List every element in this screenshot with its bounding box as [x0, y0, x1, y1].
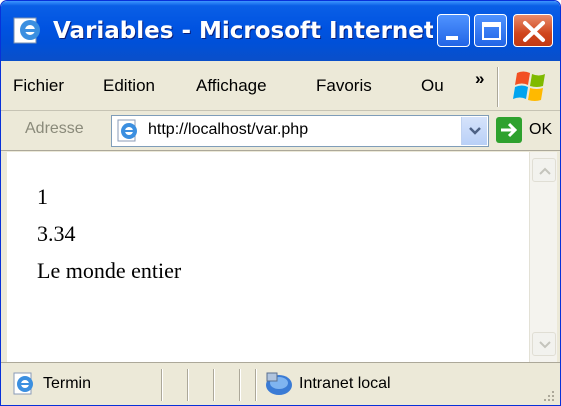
vertical-scrollbar[interactable]: [529, 152, 557, 362]
close-button[interactable]: [513, 14, 553, 47]
content-line: 3.34: [37, 221, 76, 246]
status-text: Termin: [43, 375, 92, 392]
address-bar: Adresse http://localhost/var.php OK: [1, 111, 560, 151]
address-input[interactable]: http://localhost/var.php: [111, 115, 489, 147]
dropdown-arrow-icon: [469, 127, 481, 135]
scroll-down-icon: [539, 341, 551, 349]
scroll-up-button[interactable]: [532, 158, 556, 182]
security-zone-text: Intranet local: [299, 375, 391, 392]
status-divider: [255, 369, 257, 401]
scroll-down-button[interactable]: [532, 332, 556, 356]
scroll-up-icon: [539, 167, 551, 175]
status-bar: Termin Intranet local: [1, 362, 560, 405]
content-line: 1: [37, 184, 48, 209]
content-line: Le monde entier: [37, 258, 182, 283]
window-title: Variables - Microsoft Internet...: [53, 18, 433, 44]
status-divider: [187, 369, 189, 401]
minimize-icon: [446, 36, 458, 40]
menu-item-favoris[interactable]: Favoris: [316, 75, 372, 97]
menu-item-outils[interactable]: Ou: [421, 75, 451, 97]
title-bar[interactable]: Variables - Microsoft Internet...: [1, 1, 560, 61]
address-dropdown-button[interactable]: [461, 117, 487, 145]
menu-separator: [497, 67, 499, 107]
menu-item-edition[interactable]: Edition: [103, 75, 155, 97]
close-icon: [523, 21, 545, 42]
status-divider: [239, 369, 241, 401]
maximize-icon: [482, 22, 501, 40]
menu-overflow-chevron[interactable]: »: [475, 69, 485, 89]
windows-logo-icon: [513, 71, 545, 101]
address-label: Adresse: [25, 120, 84, 137]
browser-window: Variables - Microsoft Internet... Fichie…: [0, 0, 561, 406]
network-zone-icon: [266, 372, 292, 395]
minimize-button[interactable]: [437, 14, 470, 47]
menu-item-fichier[interactable]: Fichier: [13, 75, 64, 97]
menu-item-affichage[interactable]: Affichage: [196, 75, 267, 97]
menu-bar: Fichier Edition Affichage Favoris Ou »: [1, 61, 560, 111]
address-url: http://localhost/var.php: [148, 121, 309, 138]
maximize-button[interactable]: [474, 14, 507, 47]
ie-icon: [13, 17, 40, 44]
go-button-label[interactable]: OK: [529, 121, 552, 139]
status-divider: [213, 369, 215, 401]
page-icon: [117, 119, 137, 142]
page-icon: [13, 372, 33, 395]
status-divider: [161, 369, 163, 401]
page-content: 1 3.34 Le monde entier: [7, 152, 529, 362]
go-arrow-icon[interactable]: [495, 116, 523, 144]
resize-grip-icon[interactable]: [540, 387, 556, 403]
